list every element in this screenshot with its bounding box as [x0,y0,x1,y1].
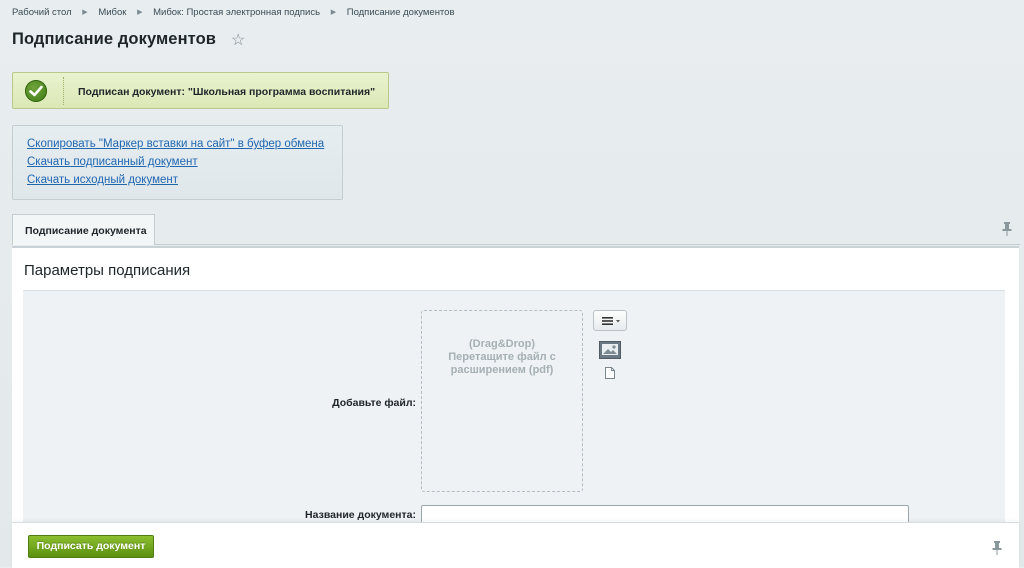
breadcrumb-item-current[interactable]: Подписание документов [347,7,455,18]
document-name-label: Название документа: [305,509,416,521]
download-signed-link[interactable]: Скачать подписанный документ [27,156,198,168]
file-dropzone[interactable]: (Drag&Drop) Перетащите файл с расширение… [421,310,583,492]
breadcrumb-separator-icon: ▶ [82,9,88,16]
tab-document-signing[interactable]: Подписание документа [12,214,155,245]
pin-icon[interactable] [992,541,1002,555]
tab-content-panel: Параметры подписания Добавьте файл: (Dra… [12,246,1019,539]
breadcrumb: Рабочий стол ▶ Мибок ▶ Мибок: Простая эл… [12,7,455,18]
dropzone-hint-2: Перетащите файл с [448,351,556,363]
dropzone-hint-1: (Drag&Drop) [469,338,535,350]
tab-divider [155,244,1020,245]
file-icon[interactable] [605,367,615,379]
sign-document-button[interactable]: Подписать документ [28,535,154,558]
file-label: Добавьте файл: [332,397,416,409]
page-title: Подписание документов [12,30,217,48]
tab-label: Подписание документа [25,225,147,237]
signing-form: Добавьте файл: (Drag&Drop) Перетащите фа… [23,290,1005,539]
notice-divider [63,77,64,105]
pin-icon[interactable] [1002,222,1012,236]
section-title: Параметры подписания [24,262,191,279]
breadcrumb-separator-icon: ▶ [330,9,337,16]
notice-text: Подписан документ: "Школьная программа в… [78,86,376,98]
checkmark-icon [25,80,47,102]
image-icon[interactable] [599,341,621,359]
star-icon[interactable]: ☆ [231,30,245,50]
dropzone-hint-3: расширением (pdf) [450,364,554,376]
breadcrumb-item-mibok[interactable]: Мибок [98,7,126,18]
breadcrumb-item-module[interactable]: Мибок: Простая электронная подпись [153,7,320,18]
footer-bar: Подписать документ [12,522,1019,568]
download-original-link[interactable]: Скачать исходный документ [27,174,178,186]
menu-icon [602,317,620,325]
upload-menu-button[interactable] [593,310,627,331]
breadcrumb-item-desktop[interactable]: Рабочий стол [12,7,72,18]
breadcrumb-separator-icon: ▶ [137,9,143,16]
copy-marker-link[interactable]: Скопировать "Маркер вставки на сайт" в б… [27,138,324,150]
document-links-panel: Скопировать "Маркер вставки на сайт" в б… [12,125,343,200]
success-notice: Подписан документ: "Школьная программа в… [12,72,389,109]
